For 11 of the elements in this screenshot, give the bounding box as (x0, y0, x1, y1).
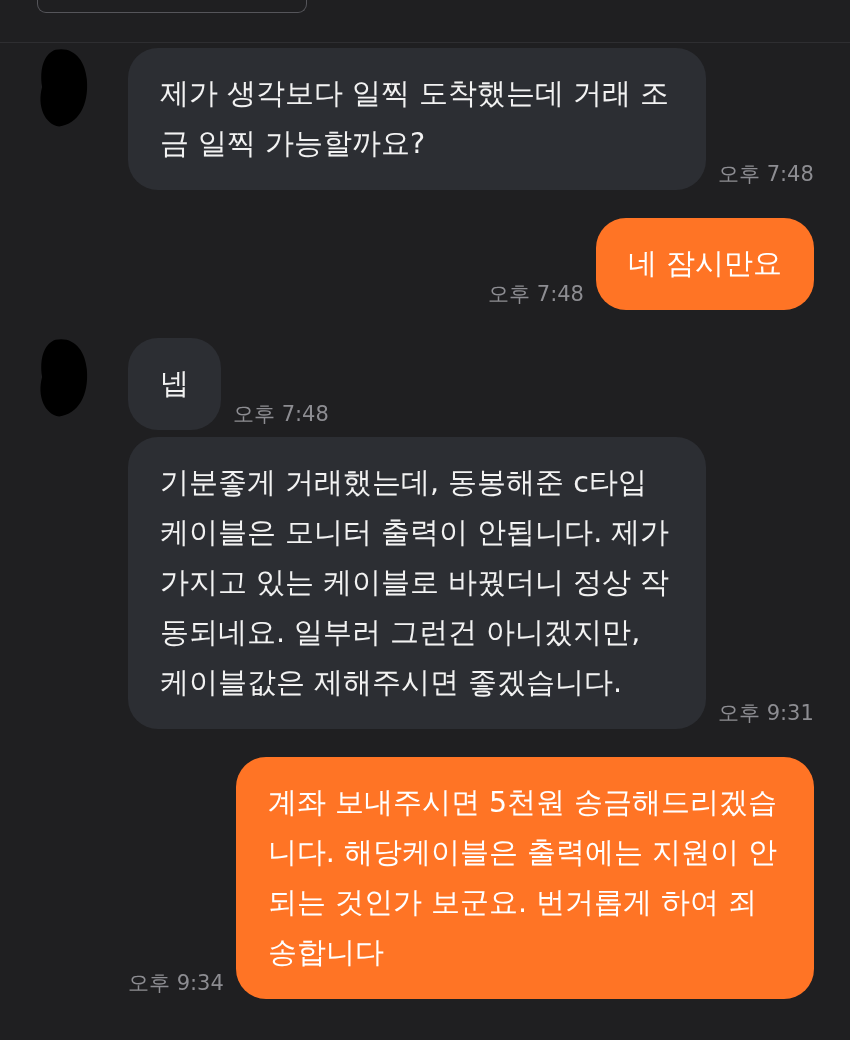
message-bubble: 네 잠시만요 (595, 218, 814, 310)
message-time: 오후 9:34 (128, 970, 224, 997)
message-time: 오후 7:48 (488, 281, 584, 308)
top-button[interactable] (37, 0, 307, 13)
message-bubble: 계좌 보내주시면 5천원 송금해드리겠습니다. 해당케이블은 출력에는 지원이 안되는 것인가 보군요. 번거롭게 하여 죄송합니다 (235, 757, 814, 999)
message-bubble: 제가 생각보다 일찍 도착했는데 거래 조금 일찍 가능할까요? (128, 48, 706, 190)
message-time: 오후 9:31 (718, 700, 814, 727)
message-bubble: 넵 (128, 338, 221, 430)
message-bubble: 기분좋게 거래했는데, 동봉해준 c타입 케이블은 모니터 출력이 안됩니다. 제가 가지고 있는 케이블로 바꿨더니 정상 작동되네요. 일부러 그런건 아니겠지만, 케이블값은 제해주시면 좋겠습니다. (128, 437, 706, 729)
message-time: 오후 7:48 (718, 161, 814, 188)
message-time: 오후 7:48 (233, 401, 329, 428)
